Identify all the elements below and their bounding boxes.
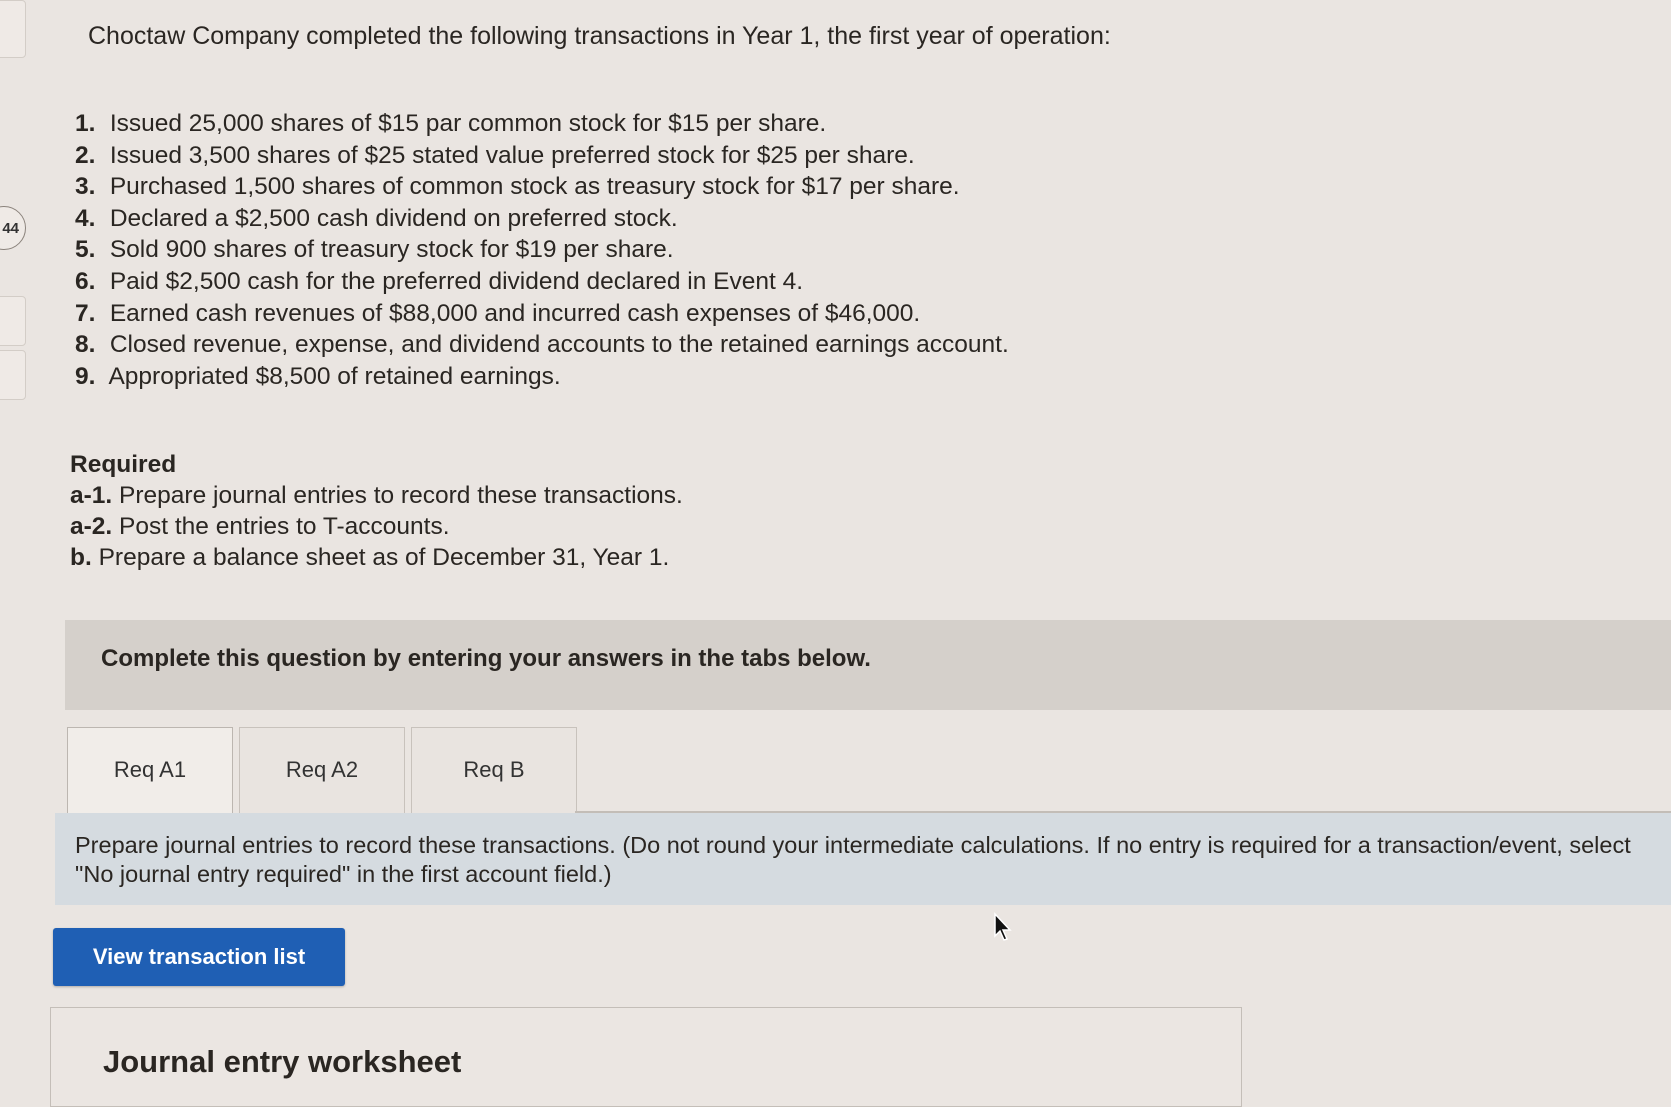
tab-req-a1[interactable]: Req A1 — [67, 727, 233, 813]
mouse-cursor-icon — [994, 912, 1012, 941]
required-item: a-1. Prepare journal entries to record t… — [70, 480, 683, 511]
problem-intro: Choctaw Company completed the following … — [88, 22, 1111, 50]
transaction-number: 8. — [75, 331, 96, 359]
required-item: a-2. Post the entries to T-accounts. — [70, 511, 683, 542]
required-code: a-2. — [70, 513, 113, 540]
transaction-text: Declared a $2,500 cash dividend on prefe… — [109, 204, 678, 232]
tab-req-a2[interactable]: Req A2 — [239, 727, 405, 813]
required-text: Post the entries to T-accounts. — [119, 513, 450, 540]
transaction-item: 6. Paid $2,500 cash for the preferred di… — [75, 266, 1009, 298]
view-transaction-list-button[interactable]: View transaction list — [53, 928, 345, 986]
rail-question-box[interactable] — [0, 350, 26, 400]
transaction-item: 9. Appropriated $8,500 of retained earni… — [75, 361, 1009, 393]
transaction-text: Sold 900 shares of treasury stock for $1… — [109, 236, 674, 264]
transaction-text: Closed revenue, expense, and dividend ac… — [109, 331, 1009, 359]
worksheet-title: Journal entry worksheet — [103, 1044, 462, 1079]
transaction-text: Appropriated $8,500 of retained earnings… — [108, 362, 561, 390]
transaction-number: 2. — [75, 141, 96, 169]
transaction-number: 4. — [75, 204, 96, 232]
required-heading: Required — [70, 451, 177, 478]
transaction-item: 7. Earned cash revenues of $88,000 and i… — [75, 298, 1009, 330]
transaction-item: 3. Purchased 1,500 shares of common stoc… — [75, 171, 1009, 203]
transaction-number: 3. — [75, 173, 96, 201]
required-section: Required a-1. Prepare journal entries to… — [70, 449, 683, 573]
banner-text: Complete this question by entering your … — [101, 645, 871, 672]
rail-question-box[interactable] — [0, 296, 26, 346]
left-question-rail: 44 — [0, 0, 40, 1087]
journal-entry-worksheet: Journal entry worksheet — [50, 1007, 1242, 1107]
rail-question-box[interactable] — [0, 0, 26, 58]
required-text: Prepare journal entries to record these … — [119, 482, 683, 509]
transaction-item: 5. Sold 900 shares of treasury stock for… — [75, 234, 1009, 266]
transaction-text: Earned cash revenues of $88,000 and incu… — [109, 299, 921, 327]
instructions-banner: Complete this question by entering your … — [65, 620, 1671, 710]
transaction-text: Issued 25,000 shares of $15 par common s… — [109, 110, 827, 137]
tab-instruction: Prepare journal entries to record these … — [55, 813, 1671, 905]
transaction-text: Purchased 1,500 shares of common stock a… — [109, 173, 960, 201]
transaction-number: 5. — [75, 236, 96, 264]
transaction-item: 8. Closed revenue, expense, and dividend… — [75, 329, 1009, 361]
transaction-list: 1. Issued 25,000 shares of $15 par commo… — [75, 108, 1009, 392]
transaction-item: 2. Issued 3,500 shares of $25 stated val… — [75, 140, 1009, 172]
transaction-number: 9. — [75, 362, 96, 390]
transaction-number: 6. — [75, 267, 96, 295]
transaction-number: 7. — [75, 299, 96, 327]
required-text: Prepare a balance sheet as of December 3… — [98, 544, 670, 571]
transaction-item: 4. Declared a $2,500 cash dividend on pr… — [75, 203, 1009, 235]
transaction-item: 1. Issued 25,000 shares of $15 par commo… — [75, 108, 1009, 140]
tab-req-b[interactable]: Req B — [411, 727, 577, 813]
transaction-number: 1. — [75, 110, 96, 137]
required-code: b. — [70, 544, 92, 571]
required-code: a-1. — [70, 482, 113, 509]
required-item: b. Prepare a balance sheet as of Decembe… — [70, 542, 683, 573]
transaction-text: Paid $2,500 cash for the preferred divid… — [109, 267, 804, 295]
rail-question-number[interactable]: 44 — [0, 206, 26, 250]
transaction-text: Issued 3,500 shares of $25 stated value … — [109, 141, 915, 169]
